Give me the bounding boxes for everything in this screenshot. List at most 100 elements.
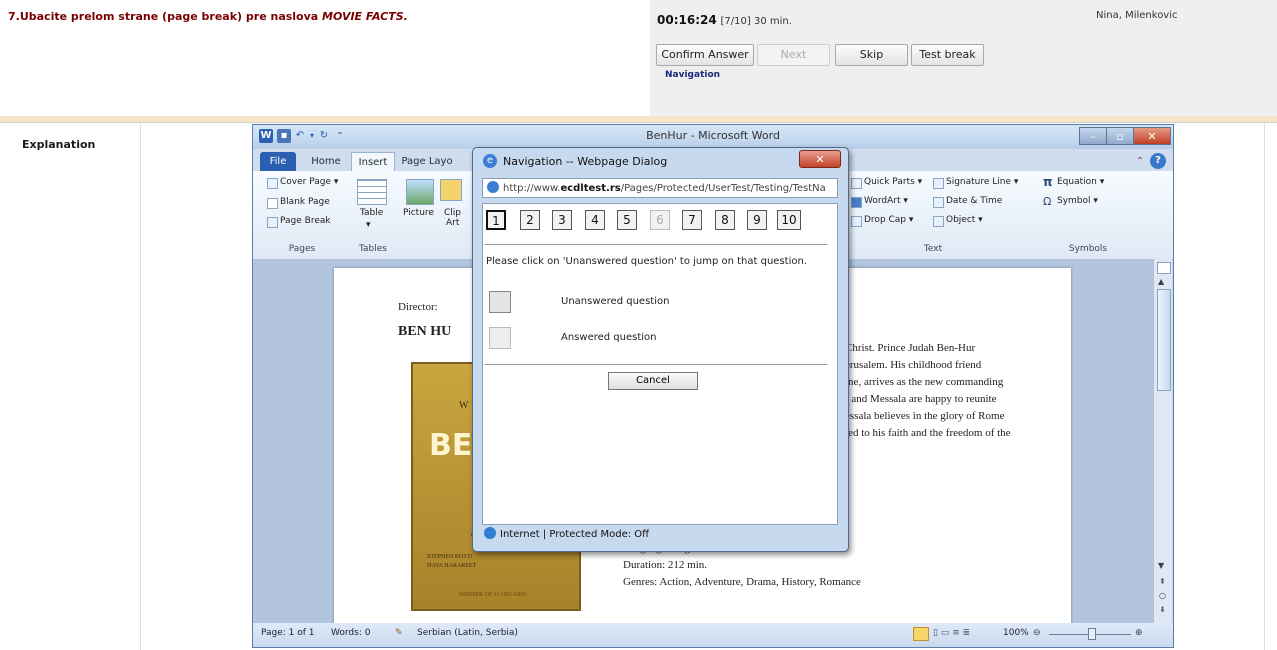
director-label: Director:: [398, 301, 438, 313]
table-dropdown-icon[interactable]: ▾: [366, 220, 371, 230]
para-line-4: r and Messala are happy to reunite: [845, 393, 997, 405]
equation-icon: π: [1043, 175, 1053, 189]
question-7-button[interactable]: 7: [682, 210, 702, 230]
next-button[interactable]: Next: [757, 44, 830, 66]
quick-parts-button[interactable]: Quick Parts ▾: [864, 177, 922, 187]
poster-winner: WINNER OF 11 OSCARS!: [459, 592, 527, 598]
question-2-button[interactable]: 2: [520, 210, 540, 230]
equation-button[interactable]: Equation ▾: [1057, 177, 1104, 187]
signature-line-button[interactable]: Signature Line ▾: [946, 177, 1018, 187]
clip-art-button-line2[interactable]: Art: [446, 218, 459, 228]
navigation-dialog: e Navigation -- Webpage Dialog ✕ http://…: [472, 147, 849, 552]
print-layout-icon[interactable]: [913, 627, 929, 641]
poster-w: W: [459, 400, 469, 411]
skip-button[interactable]: Skip: [835, 44, 908, 66]
navigation-link[interactable]: Navigation: [665, 70, 720, 80]
help-icon[interactable]: ?: [1150, 153, 1166, 169]
explanation-label[interactable]: Explanation: [22, 138, 95, 151]
table-button[interactable]: Table: [360, 208, 383, 218]
page-break-button[interactable]: Page Break: [280, 216, 331, 226]
left-divider: [140, 122, 141, 650]
cover-page-button[interactable]: Cover Page ▾: [280, 177, 338, 187]
ribbon-collapse-icon[interactable]: ⌃: [1133, 152, 1147, 171]
zoom-out-icon[interactable]: ⊖: [1033, 628, 1041, 638]
next-page-icon[interactable]: ⇟: [1159, 605, 1166, 614]
word-count[interactable]: Words: 0: [331, 628, 370, 638]
drop-cap-icon: [851, 216, 862, 227]
right-divider: [1264, 122, 1265, 650]
symbol-icon: Ω: [1043, 195, 1052, 208]
language-status[interactable]: Serbian (Latin, Serbia): [417, 628, 518, 638]
tab-insert[interactable]: Insert: [351, 152, 395, 171]
word-statusbar: Page: 1 of 1 Words: 0 ✎ Serbian (Latin, …: [253, 623, 1173, 647]
ie-icon: e: [483, 154, 497, 168]
minimize-button[interactable]: –: [1079, 127, 1107, 145]
tab-home[interactable]: Home: [305, 152, 347, 171]
test-break-button[interactable]: Test break: [911, 44, 984, 66]
ruler-toggle-icon[interactable]: [1157, 262, 1171, 274]
question-6-button[interactable]: 6: [650, 210, 670, 230]
unanswered-swatch[interactable]: [489, 291, 511, 313]
dialog-statusbar: Internet | Protected Mode: Off: [482, 526, 838, 544]
tab-file[interactable]: File: [260, 152, 296, 171]
close-button[interactable]: ✕: [1133, 127, 1171, 145]
question-prefix: 7.Ubacite prelom strane (page break) pre…: [8, 10, 323, 23]
poster-title: BE: [429, 428, 473, 463]
view-mode-icons[interactable]: ▯ ▭ ≡ ≣: [933, 628, 970, 638]
browse-object-icon[interactable]: ○: [1159, 591, 1166, 600]
confirm-answer-button[interactable]: Confirm Answer: [656, 44, 754, 66]
blank-page-button[interactable]: Blank Page: [280, 197, 330, 207]
tab-page-layout[interactable]: Page Layo: [399, 152, 455, 171]
answered-swatch: [489, 327, 511, 349]
question-9-button[interactable]: 9: [747, 210, 767, 230]
clip-art-button[interactable]: Clip: [444, 208, 461, 218]
clip-art-icon[interactable]: [440, 179, 462, 201]
word-titlebar: W ▪ ↶ ▾ ↻ ⁼ BenHur - Microsoft Word – ▫ …: [253, 125, 1173, 149]
table-icon[interactable]: [357, 179, 387, 205]
header-separator: [0, 116, 1277, 122]
word-title: BenHur - Microsoft Word: [646, 129, 780, 142]
signature-line-icon: [933, 178, 944, 189]
question-1-button[interactable]: 1: [486, 210, 506, 230]
question-4-button[interactable]: 4: [585, 210, 605, 230]
page-count[interactable]: Page: 1 of 1: [261, 628, 315, 638]
zoom-in-icon[interactable]: ⊕: [1135, 628, 1143, 638]
proofing-icon[interactable]: ✎: [395, 628, 403, 638]
zoom-slider-thumb[interactable]: [1088, 628, 1096, 640]
poster-actor-1: STEPHEN BOYD: [427, 554, 472, 560]
user-name: Nina, Milenkovic: [1096, 10, 1178, 21]
para-line-2: erusalem. His childhood friend: [845, 359, 982, 371]
quick-parts-icon: [851, 178, 862, 189]
text-group-label: Text: [923, 244, 943, 254]
scroll-up-icon[interactable]: ▲: [1158, 277, 1164, 286]
drop-cap-button[interactable]: Drop Cap ▾: [864, 215, 913, 225]
date-time-icon: [933, 197, 944, 208]
object-button[interactable]: Object ▾: [946, 215, 983, 225]
maximize-button[interactable]: ▫: [1106, 127, 1134, 145]
unanswered-label: Unanswered question: [561, 296, 670, 307]
dialog-instructions: Please click on 'Unanswered question' to…: [486, 256, 808, 267]
question-8-button[interactable]: 8: [715, 210, 735, 230]
question-3-button[interactable]: 3: [552, 210, 572, 230]
para-line-1: Christ. Prince Judah Ben-Hur: [845, 342, 976, 354]
vertical-scrollbar[interactable]: ▲ ▼ ⇞ ○ ⇟: [1153, 259, 1172, 623]
symbol-button[interactable]: Symbol ▾: [1057, 196, 1098, 206]
date-time-button[interactable]: Date & Time: [946, 196, 1002, 206]
cancel-button[interactable]: Cancel: [608, 372, 698, 390]
para-line-6: ted to his faith and the freedom of the: [845, 427, 1011, 439]
question-text: 7.Ubacite prelom strane (page break) pre…: [8, 10, 408, 23]
timer-value: 00:16:24: [657, 13, 717, 27]
scroll-thumb[interactable]: [1157, 289, 1171, 391]
object-icon: [933, 216, 944, 227]
scroll-down-icon[interactable]: ▼: [1158, 561, 1164, 570]
picture-icon[interactable]: [406, 179, 434, 205]
para-line-3: ine, arrives as the new commanding: [845, 376, 1004, 388]
pages-group-label: Pages: [288, 244, 316, 254]
question-10-button[interactable]: 10: [777, 210, 801, 230]
question-5-button[interactable]: 5: [617, 210, 637, 230]
zoom-level[interactable]: 100%: [1003, 628, 1029, 638]
wordart-button[interactable]: WordArt ▾: [864, 196, 908, 206]
picture-button[interactable]: Picture: [403, 208, 434, 218]
dialog-close-button[interactable]: ✕: [799, 150, 841, 168]
prev-page-icon[interactable]: ⇞: [1159, 577, 1166, 586]
